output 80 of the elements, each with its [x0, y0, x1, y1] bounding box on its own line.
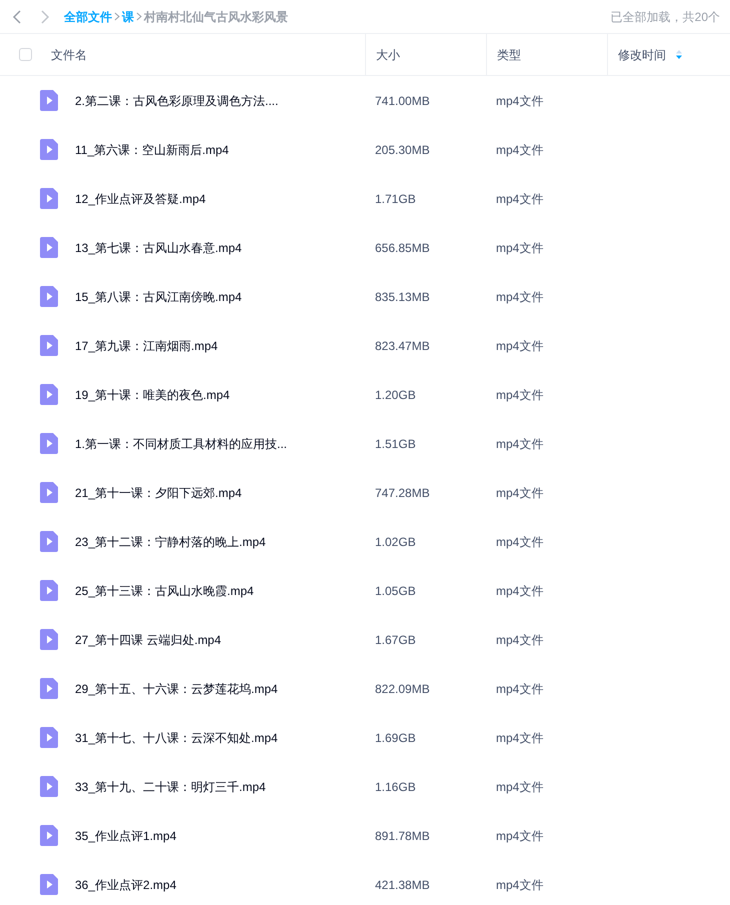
file-name[interactable]: 2.第二课：古风色彩原理及调色方法....	[75, 92, 278, 110]
column-header[interactable]: 文件名	[51, 46, 87, 64]
video-file-icon	[40, 629, 58, 650]
file-name[interactable]: 29_第十五、十六课：云梦莲花坞.mp4	[75, 680, 278, 698]
file-name[interactable]: 36_作业点评2.mp4	[75, 876, 176, 894]
file-type: mp4文件	[495, 582, 544, 600]
file-type: mp4文件	[495, 190, 544, 208]
file-type: mp4文件	[495, 436, 544, 452]
select-all-checkbox[interactable]	[19, 48, 32, 61]
file-name[interactable]: 1.第一课：不同材质工具材料的应用技...	[75, 434, 288, 452]
video-file-icon	[40, 237, 58, 258]
video-file-icon	[40, 482, 58, 503]
file-name[interactable]: 31_第十七、十八课：云深不知处.mp4	[75, 728, 278, 746]
column-header[interactable]: 类型	[497, 46, 521, 64]
video-file-icon	[40, 580, 58, 601]
file-name[interactable]: 25_第十三课：古风山水晚霞.mp4	[75, 582, 254, 600]
file-size: 741.00MB	[374, 92, 431, 110]
back-icon[interactable]	[12, 10, 22, 24]
file-type: mp4文件	[495, 632, 544, 648]
video-file-icon	[40, 678, 58, 699]
video-file-icon	[40, 286, 58, 307]
file-name[interactable]: 35_作业点评1.mp4	[75, 826, 176, 844]
video-file-icon	[40, 139, 58, 160]
file-type: mp4文件	[495, 484, 544, 502]
file-size: 656.85MB	[374, 240, 431, 256]
column-header[interactable]: 大小	[376, 46, 400, 64]
file-name[interactable]: 12_作业点评及答疑.mp4	[75, 190, 206, 208]
file-type: mp4文件	[495, 142, 544, 158]
file-name[interactable]: 19_第十课：唯美的夜色.mp4	[75, 386, 230, 404]
file-name[interactable]: 21_第十一课：夕阳下远郊.mp4	[75, 484, 242, 502]
file-size: 823.47MB	[374, 338, 431, 354]
file-type: mp4文件	[495, 534, 544, 550]
file-size: 1.16GB	[374, 778, 417, 796]
video-file-icon	[40, 335, 58, 356]
video-file-icon	[40, 727, 58, 748]
sort-icon[interactable]	[676, 50, 682, 59]
chevron-icon	[114, 12, 120, 21]
file-size: 835.13MB	[374, 288, 431, 306]
file-type: mp4文件	[495, 778, 544, 796]
file-type: mp4文件	[495, 680, 544, 698]
load-status: 已全部加载，共20个	[610, 8, 720, 26]
file-type: mp4文件	[495, 730, 544, 746]
file-type: mp4文件	[495, 386, 544, 404]
chevron-icon	[136, 12, 142, 21]
file-size: 891.78MB	[374, 828, 431, 844]
column-header[interactable]: 修改时间	[618, 46, 666, 64]
file-name[interactable]: 27_第十四课 云端归处.mp4	[75, 630, 222, 648]
video-file-icon	[40, 531, 58, 552]
file-type: mp4文件	[495, 876, 544, 894]
video-file-icon	[40, 433, 58, 454]
file-size: 205.30MB	[374, 142, 431, 158]
file-size: 421.38MB	[374, 876, 431, 894]
file-name[interactable]: 13_第七课：古风山水春意.mp4	[75, 238, 242, 256]
file-name[interactable]: 11_第六课：空山新雨后.mp4	[75, 140, 229, 158]
file-type: mp4文件	[495, 288, 544, 306]
file-name[interactable]: 15_第八课：古风江南傍晚.mp4	[75, 288, 242, 306]
file-type: mp4文件	[495, 240, 544, 256]
breadcrumb-current: 村南村北仙气古风水彩风景	[144, 8, 288, 26]
file-size: 822.09MB	[374, 680, 431, 698]
file-size: 747.28MB	[374, 484, 431, 502]
file-size: 1.67GB	[374, 632, 417, 648]
file-size: 1.02GB	[374, 534, 417, 550]
file-size: 1.20GB	[374, 386, 417, 404]
file-size: 1.69GB	[374, 730, 417, 746]
forward-icon[interactable]	[40, 10, 50, 24]
video-file-icon	[40, 188, 58, 209]
file-size: 1.05GB	[374, 582, 417, 600]
video-file-icon	[40, 776, 58, 797]
video-file-icon	[40, 384, 58, 405]
file-name[interactable]: 23_第十二课：宁静村落的晚上.mp4	[75, 532, 266, 550]
file-size: 1.51GB	[374, 436, 417, 452]
video-file-icon	[40, 874, 58, 895]
video-file-icon	[40, 825, 58, 846]
file-type: mp4文件	[495, 92, 544, 110]
file-size: 1.71GB	[374, 190, 417, 208]
file-name[interactable]: 17_第九课：江南烟雨.mp4	[75, 336, 218, 354]
file-name[interactable]: 33_第十九、二十课：明灯三千.mp4	[75, 778, 266, 796]
video-file-icon	[40, 90, 58, 111]
file-type: mp4文件	[495, 828, 544, 844]
file-type: mp4文件	[495, 338, 544, 354]
